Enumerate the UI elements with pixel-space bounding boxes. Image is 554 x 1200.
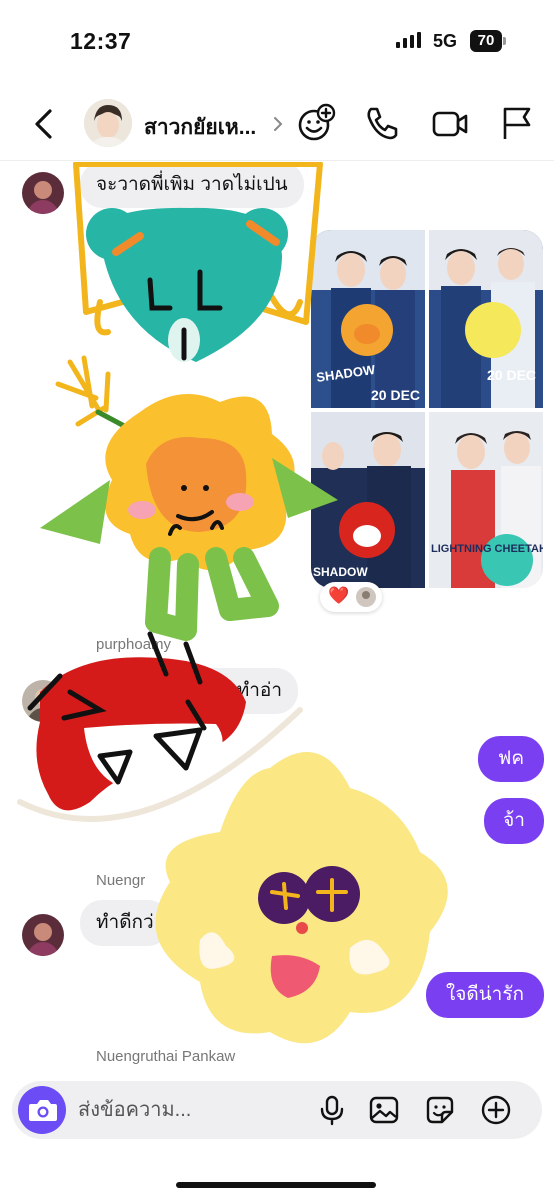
- camera-button[interactable]: [18, 1086, 66, 1134]
- heart-reaction: ❤️: [328, 586, 350, 605]
- yellow-flower-doodle: [40, 355, 338, 641]
- home-indicator[interactable]: [176, 1182, 376, 1188]
- red-devil-doodle: [17, 631, 303, 822]
- message-bubble-outgoing[interactable]: ฟค: [478, 736, 544, 782]
- svg-text:SHADOW: SHADOW: [313, 565, 368, 579]
- camera-icon: [29, 1100, 57, 1121]
- status-time: 12:37: [70, 28, 132, 54]
- image-icon[interactable]: [368, 1094, 400, 1126]
- reactions-badge[interactable]: ❤️: [320, 582, 382, 612]
- battery-level: 70: [470, 30, 502, 52]
- message-input[interactable]: [78, 1089, 298, 1131]
- message-bubble-incoming[interactable]: ฟคทำอ่า: [80, 668, 298, 714]
- chevron-right-icon[interactable]: [272, 115, 284, 133]
- sender-name: purphoamy: [96, 636, 172, 653]
- shared-photo[interactable]: SHADOW 20 DEC 20 DEC SHADOW LIGHTNING CH…: [311, 230, 543, 588]
- reactor-avatar: [356, 587, 376, 607]
- sender-name: Nuengruthai Pankaw: [96, 1048, 236, 1065]
- battery-icon: 70: [470, 30, 506, 52]
- photo-date-1: 20 DEC: [371, 387, 420, 403]
- contact-avatar[interactable]: [84, 99, 132, 147]
- message-bubble-outgoing[interactable]: ใจดีน่ารัก: [426, 972, 544, 1018]
- plus-icon[interactable]: [480, 1094, 512, 1126]
- message-bubble-incoming[interactable]: ทำดีกว่: [80, 900, 170, 946]
- flag-icon[interactable]: [497, 103, 537, 143]
- message-bubble-outgoing[interactable]: จ้า: [484, 798, 544, 844]
- team-name: LIGHTNING CHEETAH: [431, 543, 543, 555]
- network-type: 5G: [433, 31, 458, 51]
- status-bar: 12:37 5G 70: [0, 0, 554, 80]
- sender-avatar[interactable]: [22, 680, 64, 722]
- yellow-star-doodle: [155, 752, 448, 1044]
- message-composer: [12, 1081, 542, 1139]
- microphone-icon[interactable]: [316, 1094, 348, 1126]
- sticker-icon[interactable]: [424, 1094, 456, 1126]
- chat-header: สาวกยัยเห...: [0, 85, 554, 161]
- photo-date-2: 20 DEC: [487, 367, 536, 383]
- chat-area[interactable]: จะวาดพี่เพิม วาดไม่เปน SHADOW 20 DEC 20 …: [0, 162, 554, 1072]
- add-person-icon[interactable]: [296, 103, 336, 143]
- sender-avatar[interactable]: [22, 914, 64, 956]
- phone-icon[interactable]: [362, 103, 402, 143]
- back-icon[interactable]: [30, 107, 58, 141]
- message-bubble-incoming[interactable]: จะวาดพี่เพิม วาดไม่เปน: [80, 162, 304, 208]
- sender-name: Nuengr: [96, 872, 146, 889]
- sender-avatar[interactable]: [22, 172, 64, 214]
- video-icon[interactable]: [430, 103, 470, 143]
- signal-icon: [396, 32, 421, 48]
- contact-name[interactable]: สาวกยัยเห...: [144, 111, 256, 144]
